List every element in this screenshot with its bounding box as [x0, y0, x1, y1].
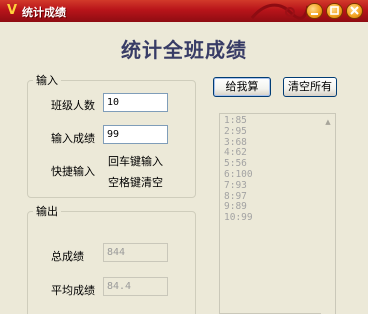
close-icon	[350, 6, 359, 15]
shortcut-enter-hint: 回车键输入	[108, 155, 163, 168]
output-group-label: 输出	[33, 203, 61, 219]
maximize-icon	[330, 6, 339, 15]
class-count-input[interactable]	[103, 93, 168, 112]
window-title: 统计成绩	[22, 6, 66, 19]
score-input-label: 输入成绩	[51, 132, 95, 145]
minimize-icon	[311, 13, 318, 15]
title-bar[interactable]: V 统计成绩	[0, 0, 368, 22]
main-window: V 统计成绩 统计全班成绩 输入 班级人数 输入成绩 快捷输入 回车键输入 空格…	[0, 0, 368, 314]
class-count-label: 班级人数	[51, 99, 95, 112]
title-decoration-icon	[250, 3, 310, 20]
page-title: 统计全班成绩	[121, 38, 247, 62]
calc-button[interactable]: 给我算	[213, 77, 271, 97]
score-list: 1:85 2:95 3:68 4:62 5:56 6:100 7:93 8:97 9:89 10:…	[220, 115, 253, 224]
list-item[interactable]: 7:93	[220, 180, 253, 192]
input-group-label: 输入	[33, 72, 61, 88]
v-logo-icon: V	[6, 3, 18, 18]
average-score-field	[103, 277, 168, 296]
score-input[interactable]	[103, 125, 168, 144]
shortcut-space-hint: 空格键清空	[108, 176, 163, 189]
total-score-field	[103, 243, 168, 262]
score-listbox[interactable]: 1:85 2:95 3:68 4:62 5:56 6:100 7:93 8:97 9:89 10:…	[219, 113, 336, 314]
close-button[interactable]	[346, 3, 363, 19]
maximize-button[interactable]	[326, 3, 343, 19]
total-score-label: 总成绩	[51, 250, 84, 263]
list-item[interactable]: 10:99	[220, 212, 253, 224]
scroll-up-arrow-icon[interactable]: ▲	[322, 116, 334, 128]
shortcut-label: 快捷输入	[51, 165, 95, 178]
list-item[interactable]: 2:95	[220, 126, 253, 138]
average-score-label: 平均成绩	[51, 284, 95, 297]
clear-all-button[interactable]: 清空所有	[283, 77, 337, 97]
listbox-scrollbar[interactable]: ▲	[321, 114, 335, 314]
minimize-button[interactable]	[306, 3, 323, 19]
